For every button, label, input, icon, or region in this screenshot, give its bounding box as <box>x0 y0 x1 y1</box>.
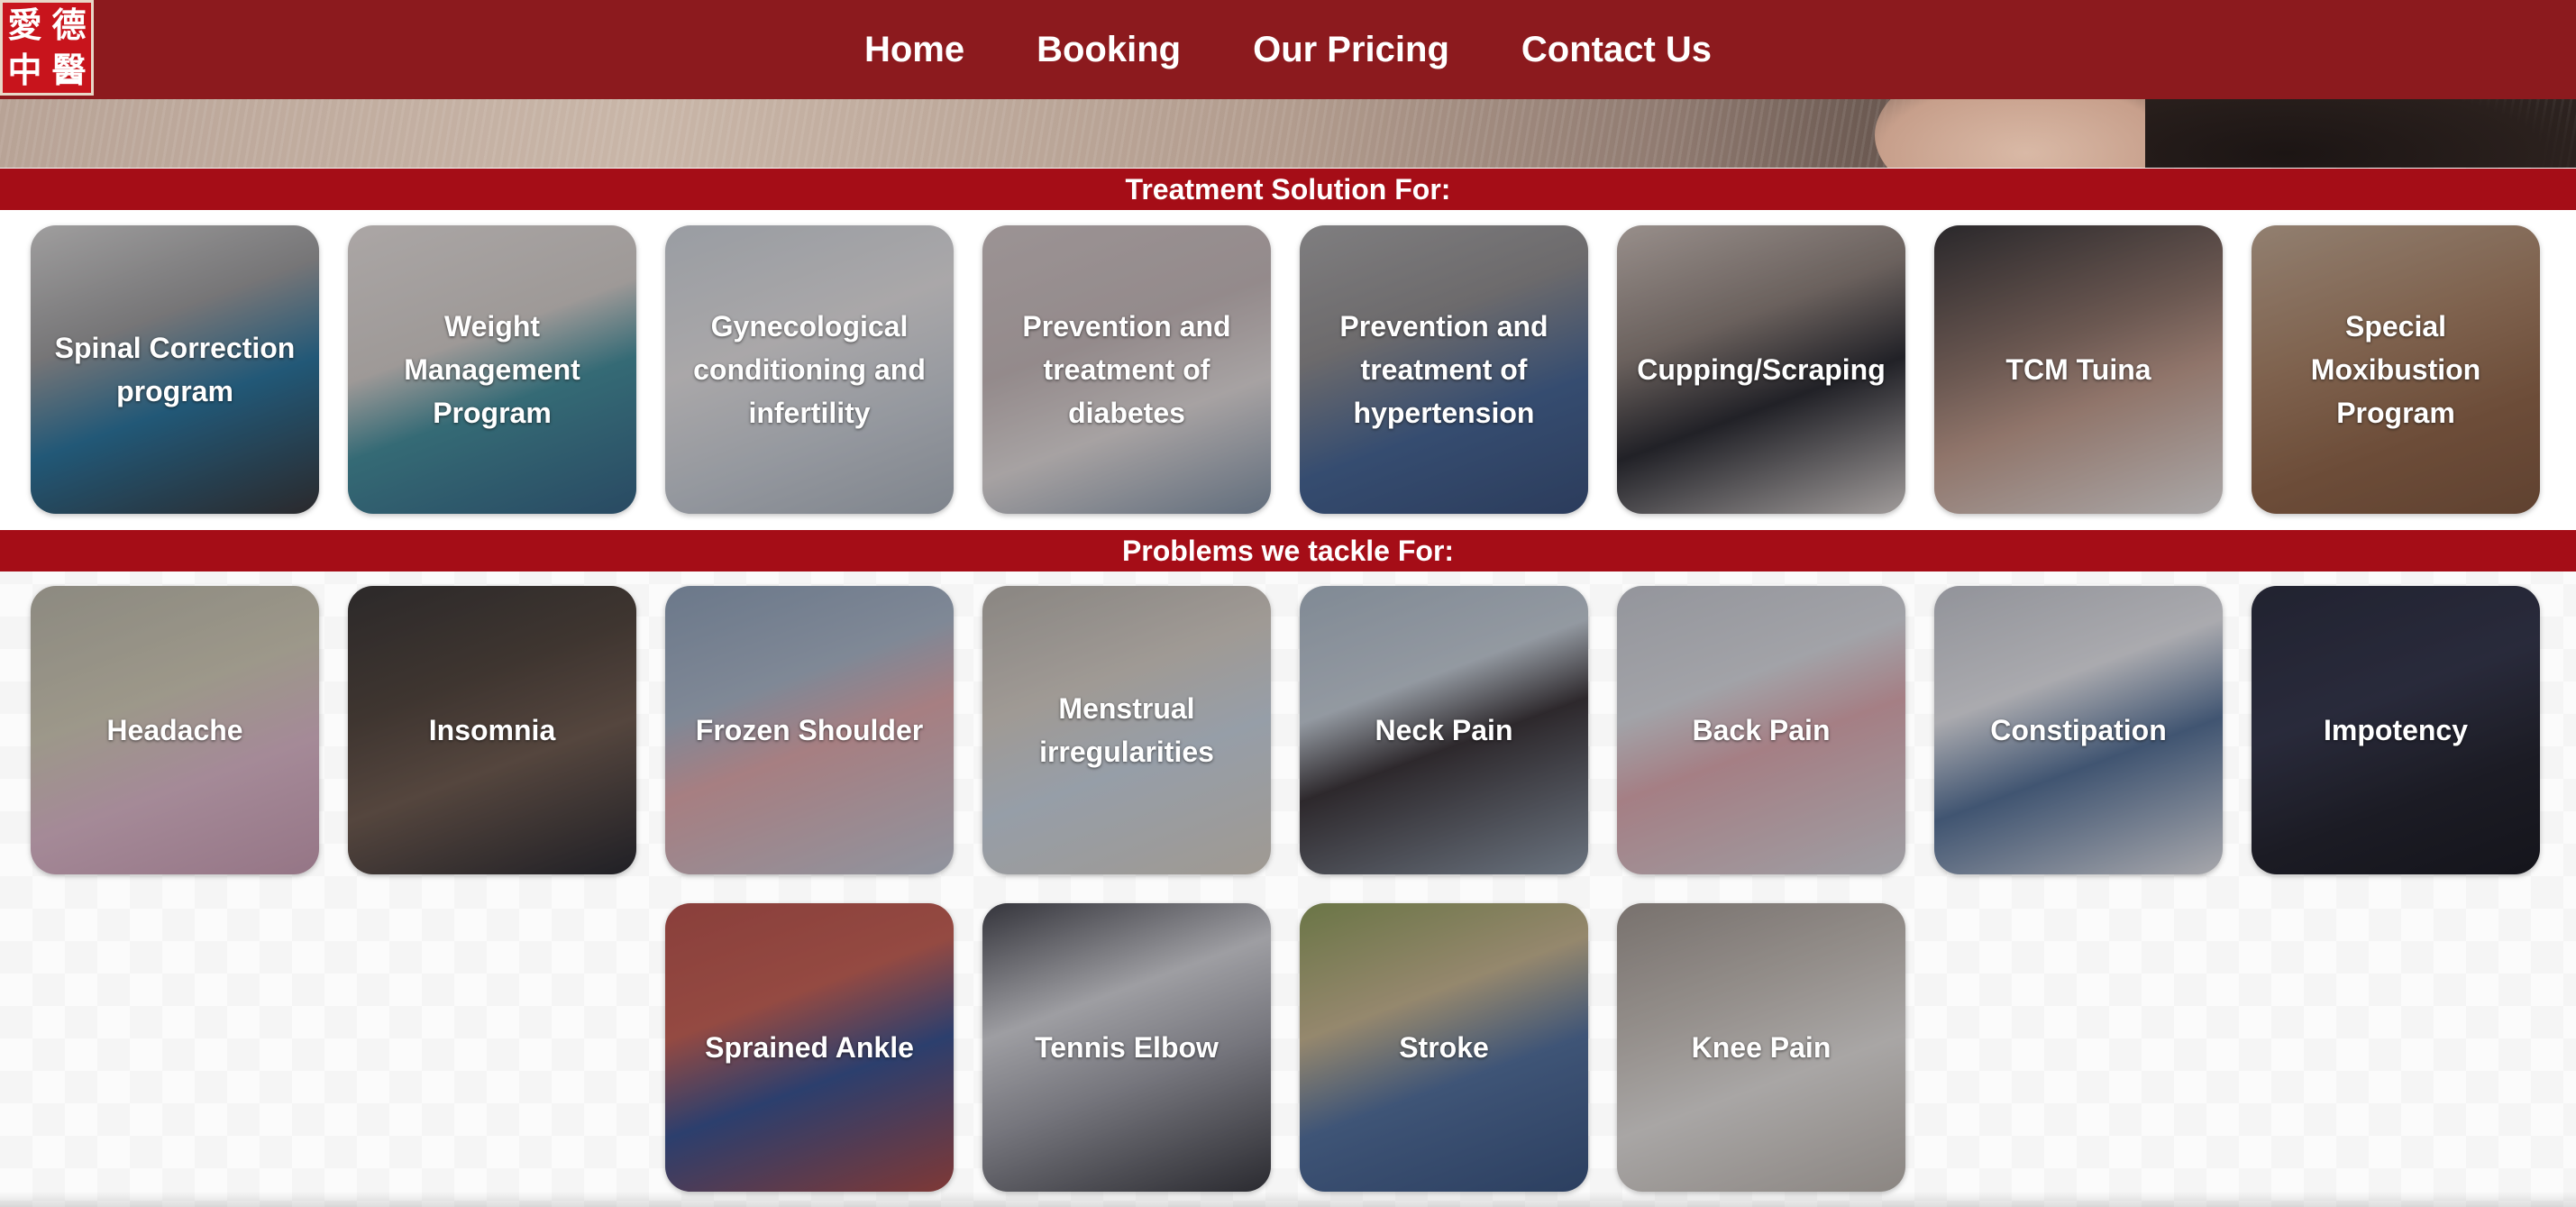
hero-banner-image <box>0 99 2576 168</box>
card-label: Special Moxibustion Program <box>2310 310 2481 429</box>
card-label: Back Pain <box>1692 714 1831 746</box>
card-label: Knee Pain <box>1691 1031 1832 1064</box>
problem-card-insomnia[interactable]: Insomnia <box>348 586 636 874</box>
card-label: Sprained Ankle <box>705 1031 914 1064</box>
problem-card-back-pain[interactable]: Back Pain <box>1617 586 1905 874</box>
bottom-edge-shadow <box>0 1192 2576 1207</box>
problem-card-neck-pain[interactable]: Neck Pain <box>1300 586 1588 874</box>
problem-card-headache[interactable]: Headache <box>31 586 319 874</box>
logo-char: 德 <box>51 5 87 45</box>
card-label: Headache <box>106 714 243 746</box>
problem-card-sprained-ankle[interactable]: Sprained Ankle <box>665 903 954 1192</box>
nav-booking-link[interactable]: Booking <box>1037 30 1181 70</box>
problems-section-heading: Problems we tackle For: <box>0 530 2576 571</box>
treatment-card-moxibustion[interactable]: Special Moxibustion Program <box>2252 225 2540 514</box>
card-label: Gynecological conditioning and infertili… <box>693 310 926 429</box>
treatment-card-cupping-scraping[interactable]: Cupping/Scraping <box>1617 225 1905 514</box>
treatment-card-diabetes[interactable]: Prevention and treatment of diabetes <box>982 225 1271 514</box>
site-header: 愛 德 中 醫 Home Booking Our Pricing Contact… <box>0 0 2576 99</box>
card-label: TCM Tuina <box>2005 353 2151 386</box>
card-label: Constipation <box>1990 714 2167 746</box>
treatment-card-gynecological[interactable]: Gynecological conditioning and infertili… <box>665 225 954 514</box>
problem-card-menstrual[interactable]: Menstrual irregularities <box>982 586 1271 874</box>
card-label: Neck Pain <box>1375 714 1513 746</box>
logo-char: 愛 <box>7 5 42 45</box>
problem-card-impotency[interactable]: Impotency <box>2252 586 2540 874</box>
card-label: Impotency <box>2323 714 2469 746</box>
problem-card-stroke[interactable]: Stroke <box>1300 903 1588 1192</box>
nav-home-link[interactable]: Home <box>864 30 964 70</box>
logo-char: 中 <box>7 50 42 90</box>
card-label: Prevention and treatment of diabetes <box>1022 310 1231 429</box>
card-label: Prevention and treatment of hypertension <box>1339 310 1548 429</box>
nav-contact-link[interactable]: Contact Us <box>1521 30 1712 70</box>
card-label: Insomnia <box>428 714 556 746</box>
treatment-card-weight-management[interactable]: Weight Management Program <box>348 225 636 514</box>
problem-card-constipation[interactable]: Constipation <box>1934 586 2223 874</box>
logo-char: 醫 <box>51 50 87 90</box>
main-nav: Home Booking Our Pricing Contact Us <box>864 30 1712 70</box>
treatment-card-spinal-correction[interactable]: Spinal Correction program <box>31 225 319 514</box>
problem-card-knee-pain[interactable]: Knee Pain <box>1617 903 1905 1192</box>
nav-pricing-link[interactable]: Our Pricing <box>1253 30 1449 70</box>
card-label: Tennis Elbow <box>1035 1031 1219 1064</box>
problem-card-tennis-elbow[interactable]: Tennis Elbow <box>982 903 1271 1192</box>
treatment-card-hypertension[interactable]: Prevention and treatment of hypertension <box>1300 225 1588 514</box>
treatment-card-tcm-tuina[interactable]: TCM Tuina <box>1934 225 2223 514</box>
card-label: Spinal Correction program <box>54 332 296 407</box>
card-label: Frozen Shoulder <box>695 714 924 746</box>
card-label: Weight Management Program <box>404 310 580 429</box>
logo[interactable]: 愛 德 中 醫 <box>0 0 94 96</box>
card-label: Cupping/Scraping <box>1637 353 1886 386</box>
card-label: Stroke <box>1399 1031 1489 1064</box>
problem-card-frozen-shoulder[interactable]: Frozen Shoulder <box>665 586 954 874</box>
card-label: Menstrual irregularities <box>1039 692 1214 768</box>
treatment-section-heading: Treatment Solution For: <box>0 169 2576 210</box>
